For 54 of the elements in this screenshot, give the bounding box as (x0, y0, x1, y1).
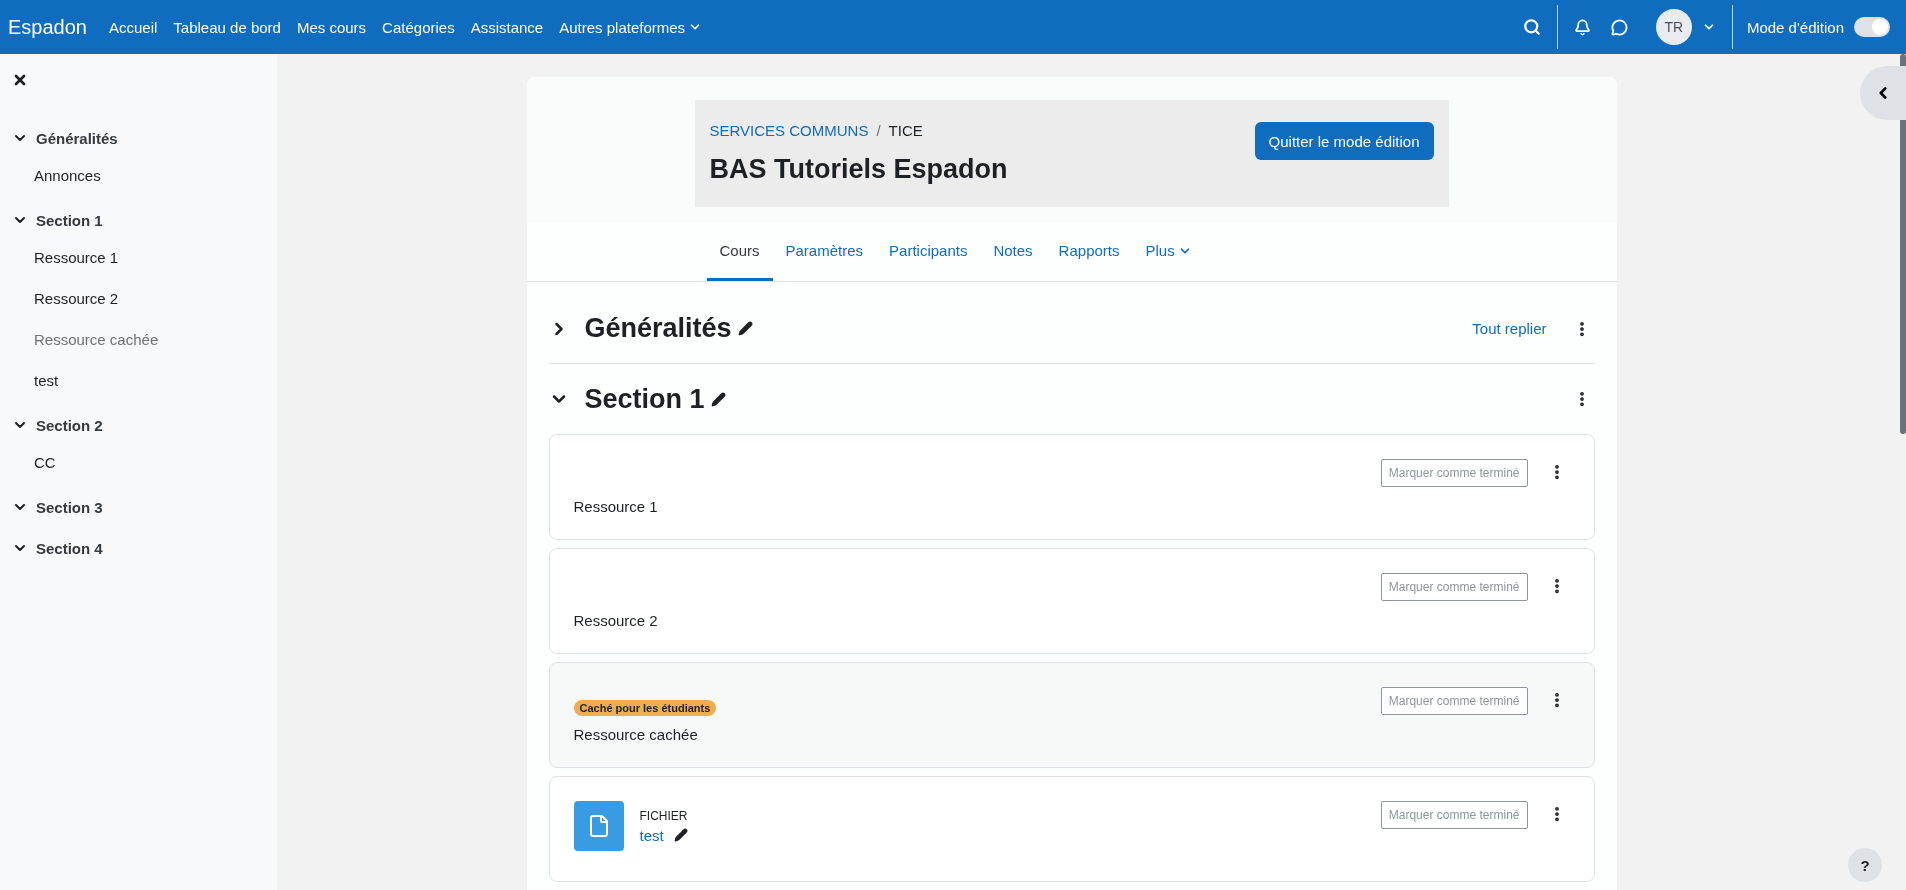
pencil-icon[interactable] (737, 321, 753, 336)
search-icon[interactable] (1522, 18, 1541, 36)
nav-link[interactable]: Autres plateformes (559, 18, 703, 36)
index-section-title[interactable]: Généralités (36, 129, 118, 147)
mark-done-button[interactable]: Marquer comme terminé (1380, 687, 1528, 715)
nav-link[interactable]: Accueil (108, 18, 158, 36)
edit-mode-switch[interactable] (1854, 17, 1890, 37)
section-title: Généralités (584, 313, 732, 344)
activity-text: Ressource cachée (573, 726, 699, 743)
activity-type: FICHIER (639, 808, 688, 823)
index-item[interactable]: test (0, 372, 277, 396)
quit-edit-mode-button[interactable]: Quitter le mode édition (1254, 122, 1434, 160)
site-brand[interactable]: Espadon (8, 15, 87, 39)
nav-link[interactable]: Mes cours (296, 18, 367, 36)
pencil-icon[interactable] (673, 828, 688, 842)
bell-icon[interactable] (1573, 18, 1591, 36)
activity-text: Ressource 2 (573, 612, 659, 629)
activity-link[interactable]: test (639, 826, 664, 844)
index-section-title[interactable]: Section 2 (36, 416, 103, 434)
nav-link[interactable]: Tableau de bord (173, 18, 281, 36)
index-item[interactable]: Annonces (0, 167, 277, 191)
nav-tab[interactable]: Plus (1132, 223, 1205, 281)
index-item[interactable]: Ressource 2 (0, 290, 277, 314)
hidden-badge: Caché pour les étudiants (573, 700, 717, 716)
nav-tab[interactable]: Rapports (1045, 223, 1133, 281)
mark-done-button[interactable]: Marquer comme terminé (1380, 459, 1528, 487)
nav-link[interactable]: Assistance (470, 18, 544, 36)
nav-tab[interactable]: Cours (706, 223, 773, 281)
breadcrumb-separator: / (876, 122, 881, 139)
section-title: Section 1 (584, 383, 705, 415)
breadcrumb-link[interactable]: SERVICES COMMUNS (709, 122, 869, 139)
index-section-title[interactable]: Section 3 (36, 498, 103, 516)
activity-text: Ressource 1 (573, 498, 659, 515)
nav-tab[interactable]: Paramètres (772, 223, 877, 281)
breadcrumb-link[interactable]: TICE (888, 122, 923, 139)
nav-tab[interactable]: Notes (980, 223, 1046, 281)
collapse-all-link[interactable]: Tout replier (1472, 320, 1547, 337)
index-item[interactable]: Ressource 1 (0, 249, 277, 273)
course-title: BAS Tutoriels Espadon (709, 154, 1008, 185)
index-item[interactable]: CC (0, 454, 277, 478)
pencil-icon[interactable] (710, 391, 726, 407)
mark-done-button[interactable]: Marquer comme terminé (1380, 801, 1528, 829)
index-item[interactable]: Ressource cachée (0, 331, 277, 355)
file-icon (573, 801, 624, 851)
mark-done-button[interactable]: Marquer comme terminé (1380, 573, 1528, 601)
index-section-title[interactable]: Section 1 (36, 211, 103, 229)
nav-link[interactable]: Catégories (382, 18, 455, 36)
user-avatar[interactable]: TR (1655, 9, 1692, 45)
close-icon[interactable] (12, 72, 28, 88)
edit-mode-label: Mode d'édition (1746, 18, 1844, 36)
help-button[interactable]: ? (1848, 848, 1882, 882)
chat-bubble-icon[interactable] (1610, 18, 1628, 36)
index-section-title[interactable]: Section 4 (36, 539, 103, 557)
nav-tab[interactable]: Participants (876, 223, 981, 281)
